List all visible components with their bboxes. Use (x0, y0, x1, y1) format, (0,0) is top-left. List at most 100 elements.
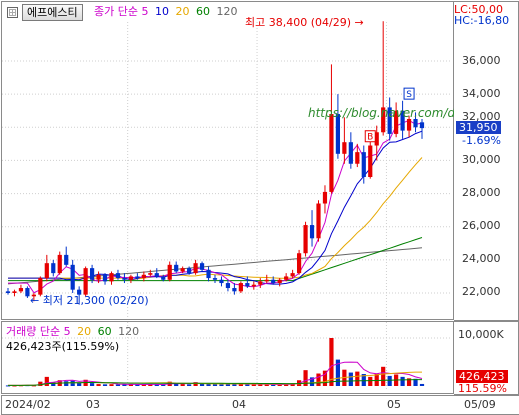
candle-body (70, 264, 75, 290)
high-annotation-text: 최고 38,400 (04/29) (245, 16, 352, 29)
buy-marker-label: B (367, 133, 373, 143)
candle-body (329, 114, 334, 192)
candle-body (316, 203, 321, 239)
y-tick-34000: 34,000 (462, 87, 501, 100)
candle-body (115, 273, 121, 279)
candle-body (232, 288, 237, 292)
candle-body (206, 269, 211, 279)
volume-bar (89, 383, 95, 386)
hc-limit: HC:-16,80 (454, 14, 510, 27)
candle-body (277, 279, 282, 284)
candle-body (212, 278, 218, 280)
candle-body (135, 276, 140, 279)
candle-body (368, 145, 373, 177)
candle-body (12, 291, 17, 293)
high-annotation: 최고 38,400 (04/29) → (245, 16, 364, 29)
x-tick-03: 03 (86, 398, 100, 411)
candle-body (355, 152, 360, 164)
sell-marker-label: S (406, 90, 412, 100)
current-change: -1.69% (462, 134, 501, 147)
volume-bar (70, 380, 75, 386)
candle-body (174, 264, 179, 272)
volume-bar (109, 384, 114, 386)
candle-body (180, 268, 185, 272)
volume-panel[interactable]: 거래량 단순 5 20 60 120 426,423주(115.59%) (1, 321, 454, 394)
candle-body (264, 279, 269, 282)
price-panel[interactable]: 에프에스티 종가 단순 5 10 20 60 120 BS 최고 38,400 … (1, 1, 497, 320)
vol-ma5-line (8, 361, 423, 386)
candle-body (322, 191, 328, 204)
candle-body (271, 279, 276, 284)
volume-bar (96, 384, 101, 386)
candle-body (245, 283, 250, 287)
volume-bar (232, 384, 237, 386)
candle-body (122, 278, 127, 280)
volume-bar (187, 384, 192, 386)
volume-bar (348, 372, 353, 386)
price-axis: LC:50,00 HC:-16,80 36,000 34,000 32,000 … (454, 1, 519, 321)
stock-chart-window: 에프에스티 종가 단순 5 10 20 60 120 BS 최고 38,400 … (0, 0, 519, 415)
low-annotation: ← 최저 21,300 (02/20) (30, 294, 149, 307)
candle-body (251, 284, 256, 287)
current-price-badge: 31,950 (456, 121, 501, 134)
y-tick-22000: 22,000 (462, 285, 501, 298)
volume-bar (355, 371, 360, 386)
candle-body (18, 288, 24, 292)
candle-body (141, 274, 146, 279)
candle-body (348, 142, 353, 164)
candle-body (38, 278, 43, 295)
candle-body (199, 263, 205, 270)
candle-body (309, 225, 315, 239)
candle-body (290, 273, 295, 277)
volume-bar (64, 381, 69, 386)
price-plot[interactable]: BS (2, 2, 451, 317)
high-arrow-icon: → (354, 16, 364, 29)
candle-body (238, 283, 243, 292)
candle-body (187, 268, 192, 274)
candle-body (102, 274, 108, 282)
x-tick-2024-02: 2024/02 (5, 398, 51, 411)
low-arrow-icon: ← (30, 294, 40, 307)
candle-body (154, 273, 159, 277)
ma20-line (8, 157, 423, 281)
candle-body (406, 119, 412, 131)
x-tick-05: 05 (387, 398, 401, 411)
candle-body (83, 268, 88, 295)
volume-bar (44, 376, 49, 386)
sell-marker: S (403, 87, 415, 100)
volume-bar (115, 384, 121, 386)
candle-body (96, 274, 101, 280)
candle-body (361, 152, 366, 177)
candle-body (57, 254, 62, 274)
candle-body (419, 122, 425, 129)
y-tick-28000: 28,000 (462, 186, 501, 199)
volume-bar (102, 384, 108, 386)
volume-bar (251, 384, 256, 386)
candle-body (225, 283, 231, 289)
candle-body (89, 268, 95, 280)
buy-marker: B (364, 130, 376, 143)
y-tick-26000: 26,000 (462, 219, 501, 232)
volume-bar (180, 384, 185, 386)
candle-body (5, 291, 11, 293)
candle-body (109, 273, 114, 282)
x-tick-05-09: 05/09 (464, 398, 496, 411)
ma60-line (8, 237, 423, 282)
volume-bar (219, 384, 224, 386)
candle-body (148, 273, 153, 275)
ma5-line (8, 119, 423, 294)
candle-body (128, 276, 134, 280)
volume-bar (400, 376, 405, 386)
volume-bar (368, 376, 373, 386)
candle-body (258, 281, 263, 285)
volume-plot[interactable] (2, 322, 451, 391)
candle-body (44, 263, 49, 279)
volume-bar (387, 375, 392, 386)
y-tick-30000: 30,000 (462, 153, 501, 166)
candle-body (413, 119, 418, 128)
ma10-line (8, 130, 423, 285)
volume-badge-pct: 115.59% (458, 382, 507, 395)
time-axis: 2024/02 03 04 05 05/09 (1, 395, 519, 415)
volume-bar (316, 373, 321, 386)
candle-body (51, 263, 56, 274)
